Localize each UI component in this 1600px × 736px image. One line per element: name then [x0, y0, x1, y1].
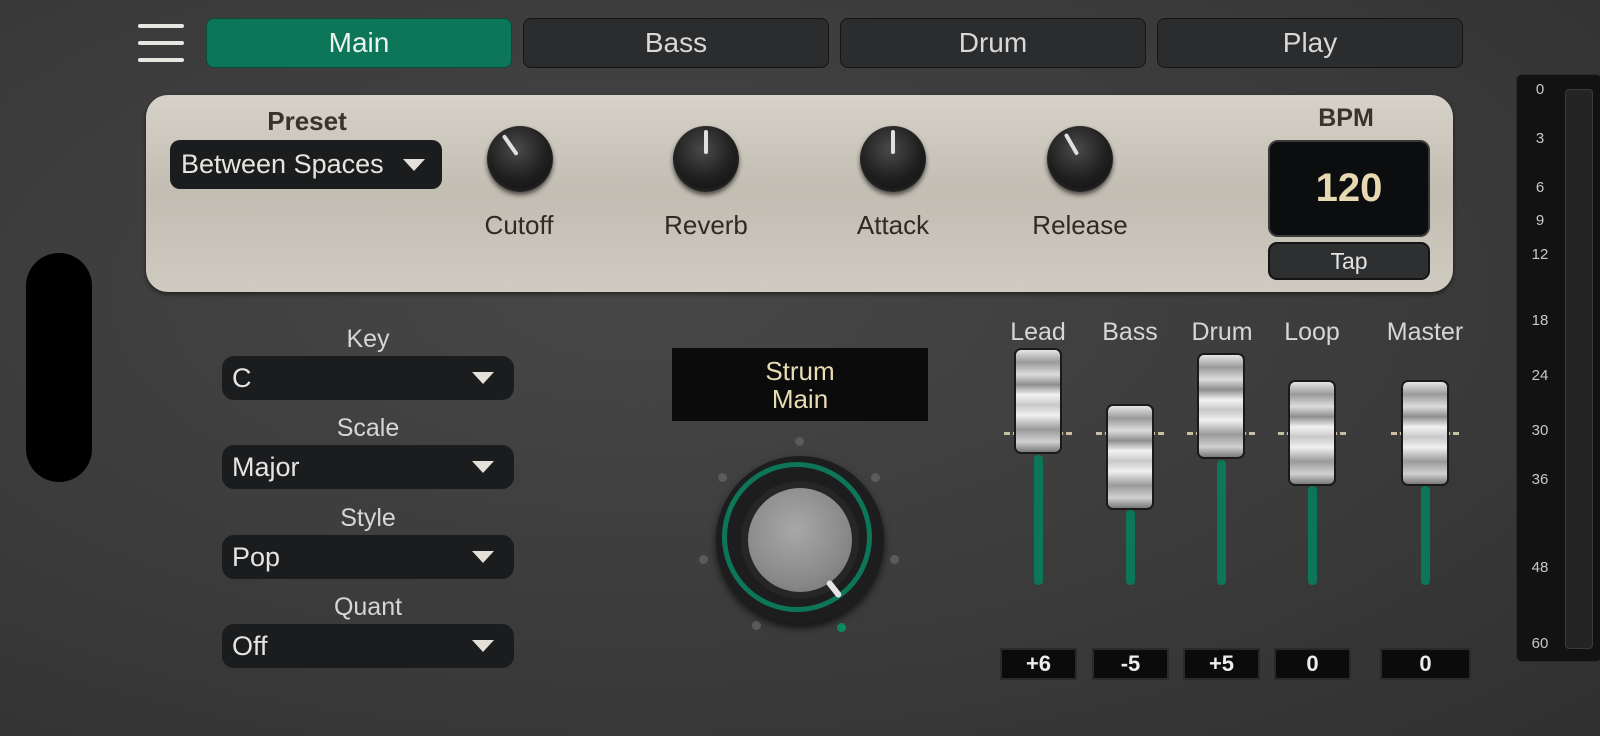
bass-fader[interactable] [1106, 404, 1154, 510]
key-dropdown[interactable]: C [222, 356, 514, 400]
strum-position-dot [795, 437, 804, 446]
scale-label: Scale [336, 414, 400, 442]
attack-label: Attack [856, 210, 930, 240]
drum-fader-track [1217, 460, 1226, 585]
caret-down-icon [472, 640, 494, 652]
style-label: Style [340, 504, 396, 532]
master-fader[interactable] [1401, 380, 1449, 486]
tap-tempo-button[interactable]: Tap [1268, 242, 1430, 280]
style-value: Pop [232, 541, 281, 572]
preset-value: Between Spaces [181, 149, 384, 179]
drum-fader[interactable] [1197, 353, 1245, 459]
meter-tick: 12 [1531, 246, 1549, 263]
meter-tick: 24 [1531, 367, 1549, 384]
drum-fader-label: Drum [1191, 318, 1253, 346]
lead-value: +6 [1000, 648, 1077, 680]
strum-position-dot [752, 621, 761, 630]
side-handle [26, 253, 92, 482]
loop-fader-track [1308, 486, 1317, 585]
bass-value: -5 [1092, 648, 1169, 680]
cutoff-knob[interactable] [487, 126, 553, 192]
preset-title: Preset [267, 106, 347, 136]
scale-value: Major [232, 451, 300, 482]
quant-dropdown[interactable]: Off [222, 624, 514, 668]
bass-fader-track [1126, 510, 1135, 585]
caret-down-icon [403, 159, 425, 171]
lead-fader[interactable] [1014, 348, 1062, 454]
tab-play[interactable]: Play [1157, 18, 1463, 68]
loop-fader[interactable] [1288, 380, 1336, 486]
scale-dropdown[interactable]: Major [222, 445, 514, 489]
tab-main[interactable]: Main [206, 18, 512, 68]
cutoff-label: Cutoff [484, 210, 554, 240]
level-meter: 0 3 6 9 12 18 24 30 36 48 60 [1516, 74, 1600, 662]
meter-tick: 9 [1535, 212, 1545, 229]
caret-down-icon [472, 551, 494, 563]
reverb-knob[interactable] [673, 126, 739, 192]
strum-position-dot [871, 473, 880, 482]
strum-position-dot [699, 555, 708, 564]
release-label: Release [1032, 210, 1128, 240]
drum-value: +5 [1183, 648, 1260, 680]
reverb-label: Reverb [664, 210, 748, 240]
lead-fader-label: Lead [1010, 318, 1066, 346]
strum-position-dot [718, 473, 727, 482]
tab-drum[interactable]: Drum [840, 18, 1146, 68]
meter-tick: 6 [1535, 179, 1545, 196]
key-value: C [232, 362, 252, 393]
hamburger-menu-icon[interactable] [138, 24, 184, 64]
preset-dropdown[interactable]: Between Spaces [170, 140, 442, 189]
master-fader-track [1421, 486, 1430, 585]
meter-tick: 60 [1531, 635, 1549, 652]
meter-tick: 18 [1531, 312, 1549, 329]
key-label: Key [346, 325, 390, 353]
tab-bass[interactable]: Bass [523, 18, 829, 68]
quant-value: Off [232, 630, 268, 661]
master-fader-label: Master [1386, 318, 1464, 346]
level-meter-bar [1565, 89, 1593, 649]
strum-display: Strum Main [672, 348, 928, 421]
bpm-display[interactable]: 120 [1268, 140, 1430, 237]
master-value: 0 [1380, 648, 1471, 680]
meter-tick: 30 [1531, 422, 1549, 439]
release-knob[interactable] [1047, 126, 1113, 192]
meter-tick: 3 [1535, 130, 1545, 147]
meter-tick: 36 [1531, 471, 1549, 488]
strum-position-dot-active [837, 623, 846, 632]
attack-knob[interactable] [860, 126, 926, 192]
loop-fader-label: Loop [1284, 318, 1340, 346]
bpm-title: BPM [1318, 104, 1374, 132]
loop-value: 0 [1274, 648, 1351, 680]
style-dropdown[interactable]: Pop [222, 535, 514, 579]
strum-line1: Strum [765, 355, 835, 386]
quant-label: Quant [333, 593, 403, 621]
meter-tick: 0 [1535, 81, 1545, 98]
meter-tick: 48 [1531, 559, 1549, 576]
strum-position-dot [890, 555, 899, 564]
lead-fader-track [1034, 455, 1043, 585]
caret-down-icon [472, 372, 494, 384]
bass-fader-label: Bass [1102, 318, 1158, 346]
strum-knob-ring [716, 456, 884, 624]
strum-knob[interactable] [748, 488, 852, 599]
strum-line2: Main [771, 383, 829, 414]
caret-down-icon [472, 461, 494, 473]
